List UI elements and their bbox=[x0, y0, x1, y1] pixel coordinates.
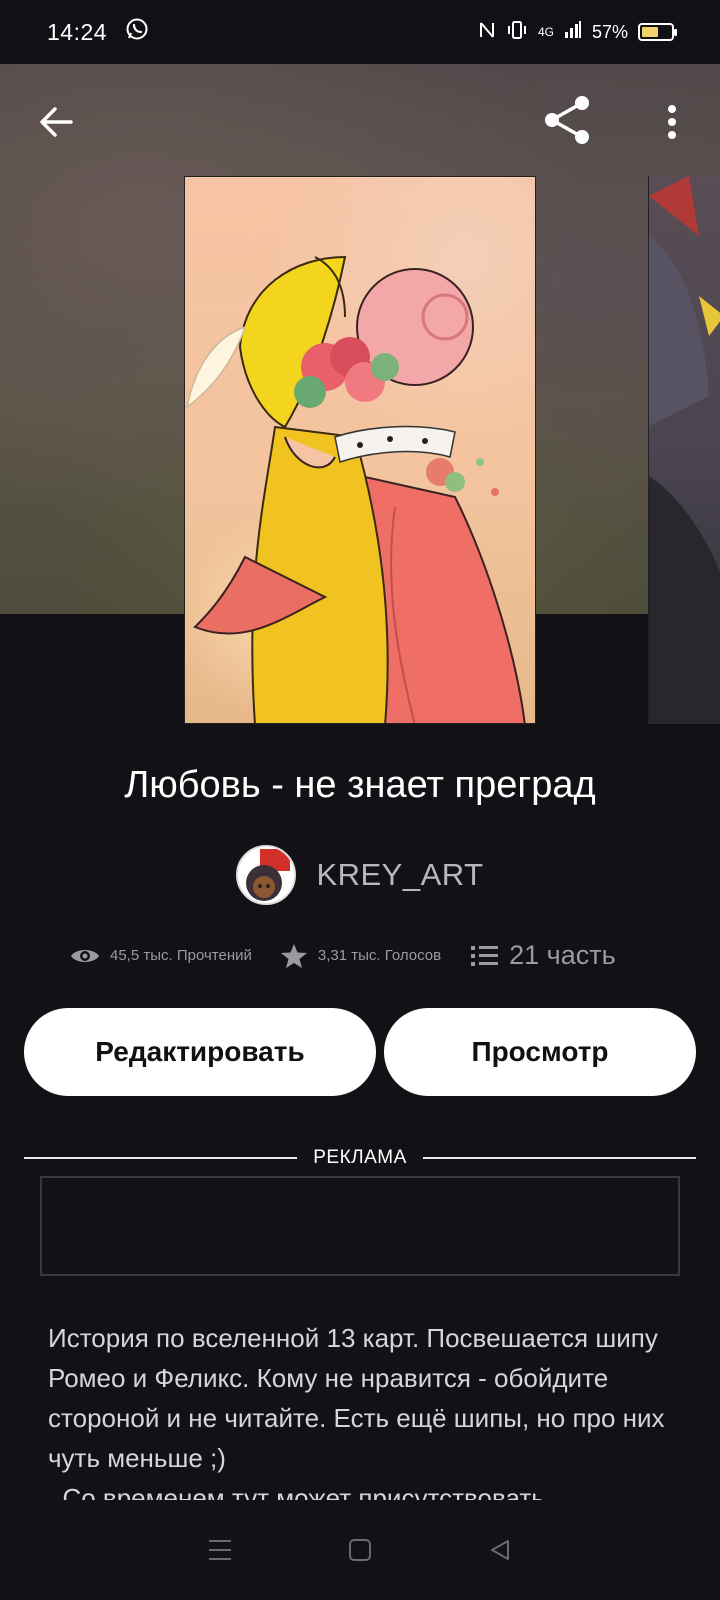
back-icon bbox=[491, 1540, 509, 1560]
ad-header: РЕКЛАМА bbox=[24, 1147, 696, 1169]
share-icon bbox=[545, 96, 589, 144]
story-details-screen: 14:24 4G 57% Любовь - не знает преград K… bbox=[0, 0, 720, 1600]
story-cover-image[interactable] bbox=[184, 176, 536, 724]
votes-stat: 3,31 тыс. Голосов bbox=[280, 943, 441, 969]
system-nav-bar bbox=[0, 1500, 720, 1600]
edit-button[interactable]: Редактировать bbox=[24, 1008, 376, 1096]
menu-icon bbox=[209, 1540, 231, 1560]
divider bbox=[422, 1157, 696, 1159]
back-button[interactable] bbox=[26, 92, 86, 152]
votes-count: 3,31 тыс. Голосов bbox=[317, 947, 442, 964]
story-title: Любовь - не знает преград bbox=[124, 764, 596, 806]
view-button[interactable]: Просмотр bbox=[384, 1008, 696, 1096]
star-icon bbox=[280, 943, 307, 968]
more-vertical-icon bbox=[668, 105, 676, 139]
ad-label: РЕКЛАМА bbox=[313, 1147, 407, 1168]
author-avatar[interactable] bbox=[236, 845, 297, 905]
battery-icon bbox=[638, 23, 677, 41]
list-icon bbox=[471, 945, 499, 966]
next-story-cover[interactable] bbox=[648, 176, 720, 724]
home-icon bbox=[349, 1539, 371, 1561]
network-label: 4G bbox=[537, 25, 554, 39]
back-arrow-icon bbox=[40, 107, 73, 137]
home-button[interactable] bbox=[340, 1530, 380, 1570]
eye-icon bbox=[71, 949, 99, 962]
reads-stat: 45,5 тыс. Прочтений bbox=[70, 946, 252, 966]
status-time: 14:24 bbox=[47, 18, 108, 45]
menu-button[interactable] bbox=[200, 1530, 240, 1570]
share-button[interactable] bbox=[538, 88, 598, 152]
more-options-button[interactable] bbox=[648, 92, 696, 152]
vibrate-icon bbox=[506, 20, 528, 45]
signal-icon bbox=[564, 20, 582, 45]
whatsapp-icon bbox=[125, 17, 149, 47]
author-name[interactable]: KREY_ART bbox=[316, 857, 483, 893]
battery-fill bbox=[642, 27, 658, 37]
reads-count: 45,5 тыс. Прочтений bbox=[110, 947, 252, 964]
nfc-icon bbox=[478, 20, 496, 45]
system-back-button[interactable] bbox=[480, 1530, 520, 1570]
battery-percent: 57% bbox=[591, 21, 628, 42]
author-row[interactable]: KREY_ART bbox=[0, 845, 720, 905]
ad-container[interactable] bbox=[40, 1176, 680, 1276]
parts-count[interactable]: 21 часть bbox=[509, 940, 616, 971]
story-stats: 45,5 тыс. Прочтений 3,31 тыс. Голосов 21… bbox=[70, 940, 670, 971]
story-description: История по вселенной 13 карт. Посвешаетс… bbox=[48, 1323, 665, 1513]
divider bbox=[24, 1157, 298, 1159]
parts-stat[interactable]: 21 часть bbox=[471, 940, 616, 971]
status-bar: 14:24 4G 57% bbox=[0, 0, 720, 64]
